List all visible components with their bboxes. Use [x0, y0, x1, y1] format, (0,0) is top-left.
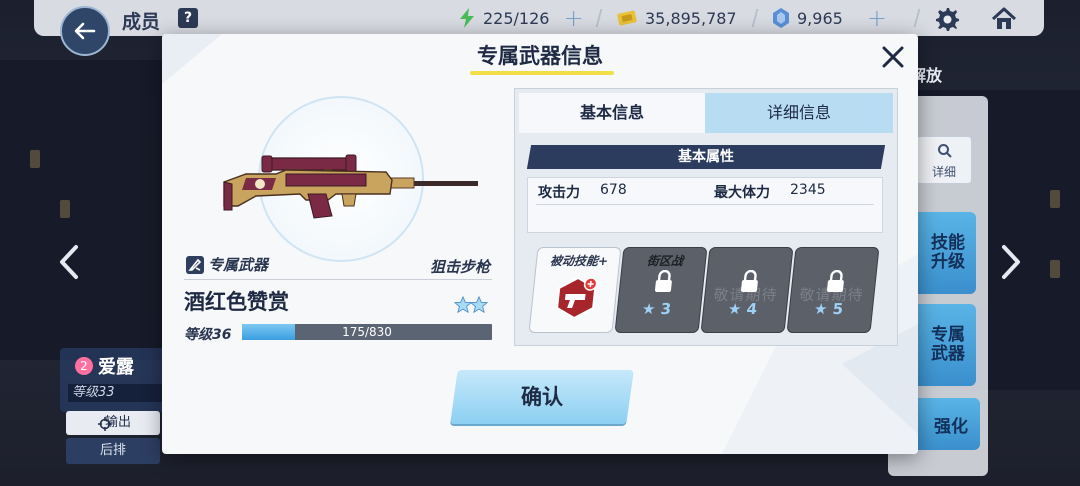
attributes-divider	[536, 204, 874, 205]
weapon-type-row: 专属武器 狙击步枪	[184, 254, 492, 280]
character-name: 爱露	[98, 357, 134, 378]
magnifier-icon	[938, 144, 952, 158]
title-underline	[470, 71, 614, 75]
lock-icon	[740, 270, 758, 292]
exclusive-weapon-icon	[186, 256, 204, 274]
unlock-star-value: 4	[745, 300, 759, 318]
skill-upgrade-label: 技能升级	[931, 233, 965, 272]
gem-value: 9,965	[797, 8, 843, 28]
lock-icon	[654, 270, 672, 292]
locked-skill-card-3[interactable]: 街区战 ★ 3	[614, 247, 708, 333]
passive-skill-title: 被动技能+	[549, 254, 609, 268]
chevron-right-icon[interactable]	[1000, 244, 1022, 280]
character-position: 后排	[66, 438, 160, 464]
weapon-level: 等级36	[184, 327, 232, 343]
modal-title: 专属武器信息	[477, 44, 603, 68]
star-icon	[470, 296, 488, 314]
unlock-star-value: 5	[831, 300, 845, 318]
exclusive-weapon-label: 专属武器	[931, 325, 965, 364]
tab-basic-info[interactable]: 基本信息	[519, 93, 705, 133]
gem-icon	[773, 8, 789, 28]
unlock-star-requirement: ★ 3	[641, 300, 673, 318]
help-button[interactable]: ?	[178, 8, 198, 28]
unlock-star-value: 3	[659, 300, 673, 318]
attributes-header: 基本属性	[526, 145, 886, 169]
character-role: 输出	[66, 411, 160, 435]
unlock-star-requirement: ★ 4	[727, 300, 759, 318]
back-button[interactable]	[60, 6, 110, 56]
exclusive-weapon-modal: 专属武器信息 专属武器 狙击步枪 酒红色赞赏 等级36 175/830 基本信息…	[162, 34, 918, 454]
confirm-button[interactable]: 确认	[450, 370, 634, 424]
attributes-box: 攻击力 678 最大体力 2345	[527, 177, 883, 233]
confirm-label: 确认	[521, 385, 563, 409]
arrow-left-icon	[74, 22, 96, 40]
weapon-class-label: 狙击步枪	[429, 258, 490, 276]
passive-skill-card[interactable]: 被动技能+	[528, 247, 622, 333]
weapon-info-panel: 基本信息 详细信息 基本属性 攻击力 678 最大体力 2345 被动技能+ 街…	[514, 88, 898, 346]
gem-resource: 9,965 +	[772, 4, 887, 32]
energy-value: 225/126	[483, 8, 550, 28]
locked-skill-card-5[interactable]: 敬请期待 ★ 5	[786, 247, 880, 333]
attack-value: 678	[600, 182, 627, 198]
detail-label: 详细	[931, 165, 956, 179]
page-title: 成员	[122, 11, 161, 33]
tab-detail-info[interactable]: 详细信息	[705, 93, 893, 133]
lock-icon	[826, 270, 844, 292]
weapon-xp-text: 175/830	[342, 325, 392, 339]
street-battle-skill-title: 街区战	[646, 254, 684, 268]
unlock-star-requirement: ★ 5	[813, 300, 845, 318]
character-rank-badge: 2	[75, 357, 93, 375]
max-hp-value: 2345	[790, 182, 826, 198]
gear-icon[interactable]	[934, 6, 960, 32]
energy-add-button[interactable]: +	[563, 4, 583, 32]
energy-resource: 225/126 +	[458, 4, 584, 32]
locked-skill-card-4[interactable]: 敬请期待 ★ 4	[700, 247, 794, 333]
coin-resource: 35,895,787	[616, 6, 737, 30]
close-icon[interactable]	[878, 42, 908, 72]
weapon-star-rating	[454, 296, 488, 314]
attributes-header-label: 基本属性	[678, 149, 734, 165]
lightning-icon	[460, 8, 474, 28]
home-icon[interactable]	[990, 5, 1018, 33]
gem-add-button[interactable]: +	[867, 4, 887, 32]
attack-label: 攻击力	[538, 185, 580, 201]
max-hp-label: 最大体力	[714, 185, 770, 201]
coin-value: 35,895,787	[645, 8, 737, 28]
weapon-xp-bar: 175/830	[242, 324, 492, 340]
chevron-left-icon[interactable]	[58, 244, 80, 280]
weapon-name: 酒红色赞赏	[184, 290, 289, 314]
pistol-skill-icon	[556, 276, 598, 320]
character-level: 等级33	[68, 384, 162, 402]
sniper-rifle-image	[223, 154, 478, 219]
coin-ticket-icon	[617, 10, 637, 26]
detail-button[interactable]: 详细	[916, 136, 972, 184]
weapon-type-label: 专属武器	[208, 256, 269, 274]
crosshair-icon	[98, 417, 112, 431]
